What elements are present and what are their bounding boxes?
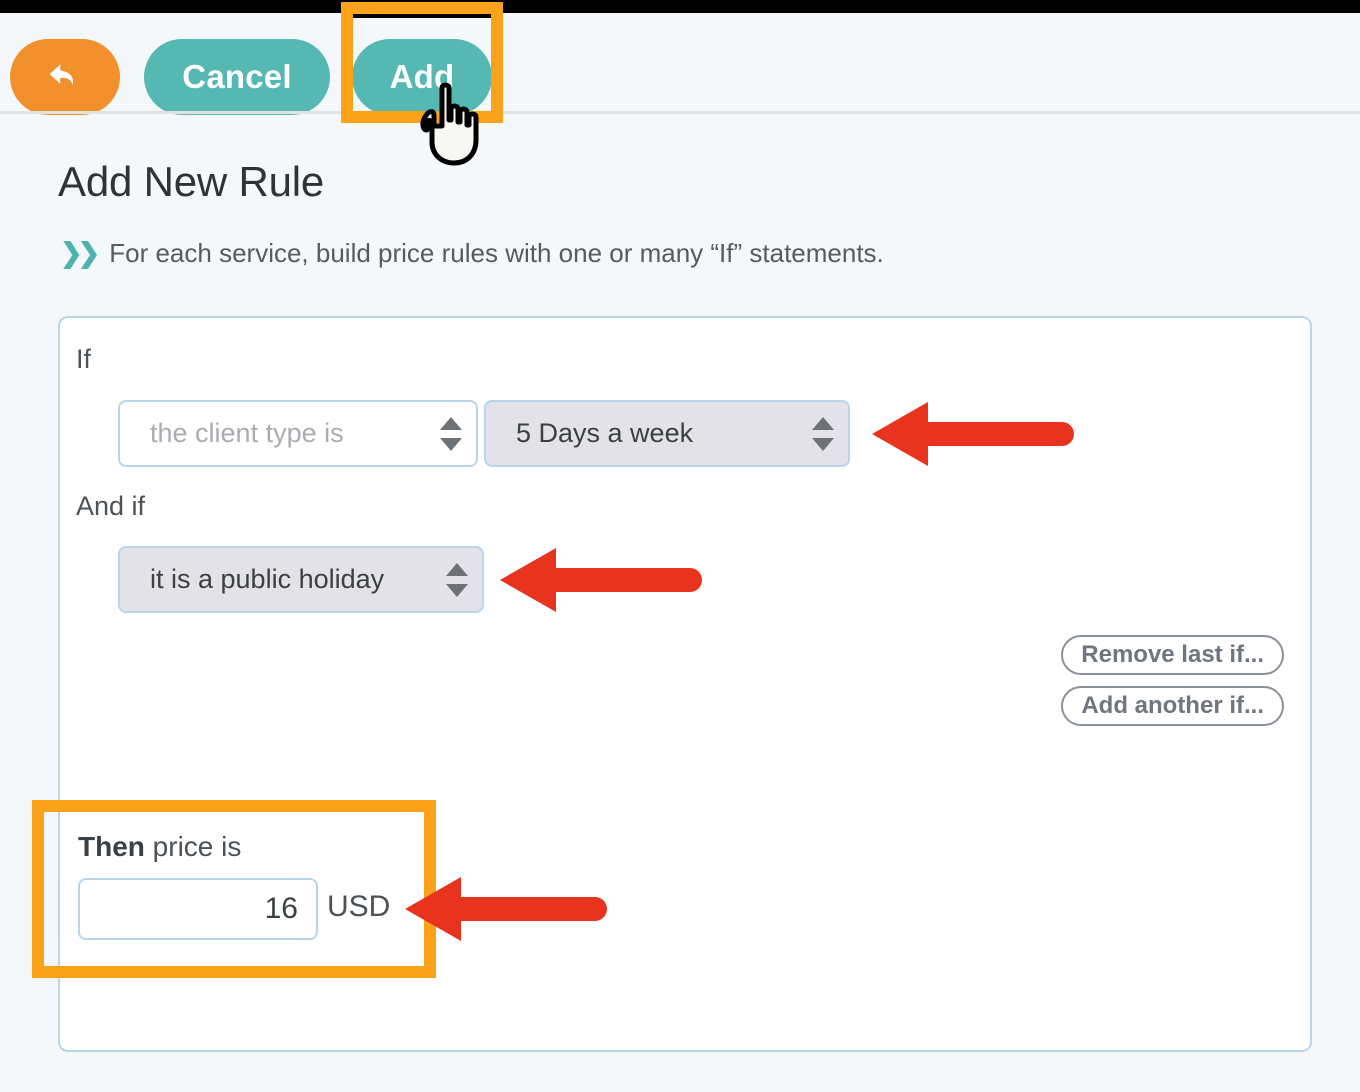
select-stepper-icon	[446, 562, 468, 597]
second-condition-select-value: it is a public holiday	[150, 564, 385, 594]
undo-arrow-icon	[42, 54, 88, 100]
then-price-label: Then price is	[78, 831, 241, 863]
value-select-value: 5 Days a week	[516, 418, 694, 448]
if-label: If	[76, 344, 92, 374]
top-black-strip	[0, 0, 1360, 13]
price-input-value: 16	[264, 892, 298, 925]
then-keyword: Then	[78, 831, 145, 862]
toolbar: Cancel Add	[0, 13, 1360, 115]
page-subtitle-text: For each service, build price rules with…	[109, 238, 884, 268]
and-if-label: And if	[76, 491, 146, 521]
price-input[interactable]: 16	[78, 878, 318, 940]
app-root: Cancel Add Add New Rule ❯❯ For each serv…	[0, 0, 1360, 1092]
condition-select[interactable]: the client type is	[118, 400, 478, 467]
back-button[interactable]	[10, 39, 120, 115]
toolbar-divider	[0, 111, 1360, 114]
double-chevron-right-icon: ❯❯	[60, 238, 100, 268]
select-stepper-icon	[440, 416, 462, 451]
condition-select-value: the client type is	[150, 418, 344, 448]
then-label-rest: price is	[144, 831, 242, 862]
add-another-if-button[interactable]: Add another if...	[1061, 686, 1284, 726]
value-select[interactable]: 5 Days a week	[484, 400, 850, 467]
remove-last-if-button[interactable]: Remove last if...	[1061, 635, 1284, 675]
cancel-button[interactable]: Cancel	[144, 39, 330, 115]
price-currency-label: USD	[327, 890, 391, 923]
add-button[interactable]: Add	[352, 39, 492, 115]
page-subtitle: ❯❯ For each service, build price rules w…	[60, 238, 884, 269]
select-stepper-icon	[812, 416, 834, 451]
second-condition-select[interactable]: it is a public holiday	[118, 546, 484, 613]
page-title: Add New Rule	[58, 158, 325, 205]
